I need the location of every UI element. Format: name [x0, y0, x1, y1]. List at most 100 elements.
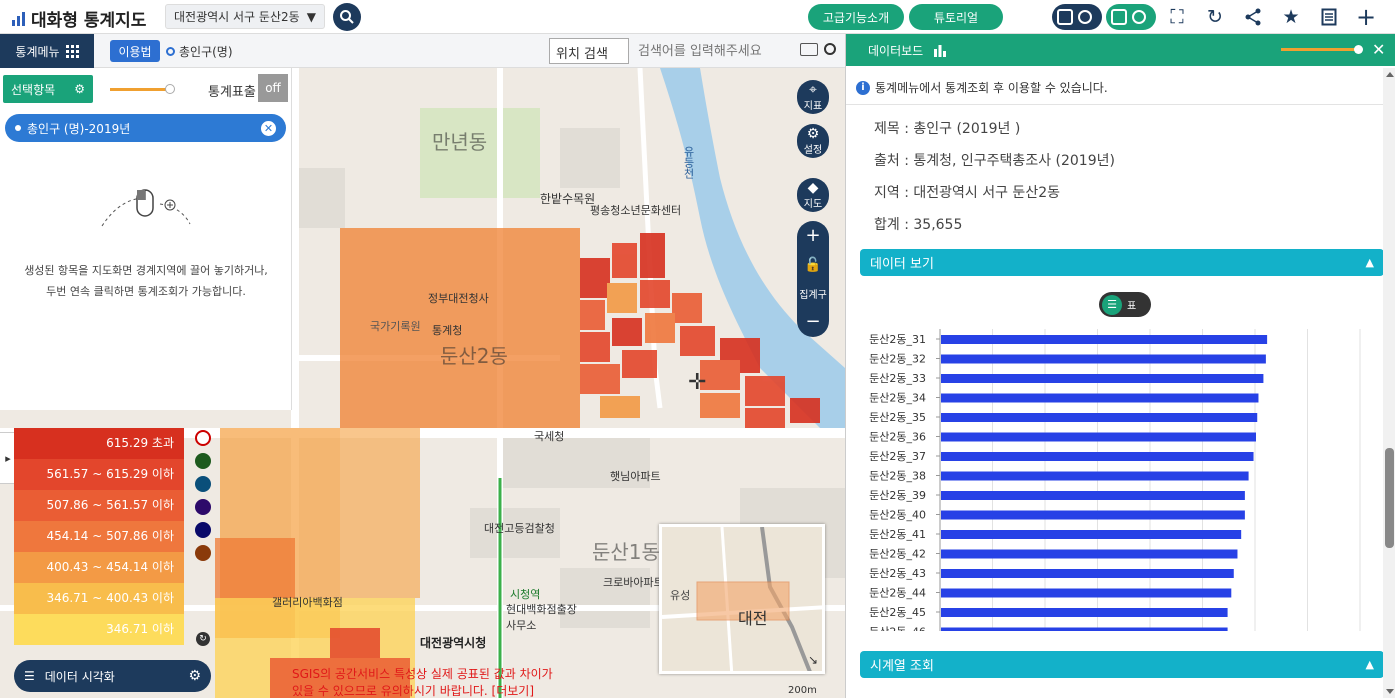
palette-swatch[interactable]	[195, 499, 211, 515]
slider-handle[interactable]	[1354, 45, 1363, 54]
chart-table-toggle[interactable]: ☰ 표	[1099, 292, 1151, 317]
radio-icon	[1078, 10, 1092, 24]
usage-guide-button[interactable]: 이용법	[110, 40, 160, 62]
3d-view-toggle[interactable]	[1106, 4, 1156, 30]
data-view-section[interactable]: 데이터 보기 ▲	[860, 249, 1384, 276]
chart-bar	[941, 393, 1259, 403]
control-bar: 통계메뉴 이용법 총인구(명) 위치 검색 ⌄	[0, 34, 845, 77]
map-label-galleria: 갤러리아백화점	[272, 596, 343, 609]
chart-category-label: 둔산2동_46	[869, 626, 926, 632]
legend-row: 454.14 ~ 507.86 이하	[14, 521, 184, 552]
chart-bar	[941, 354, 1266, 364]
keyboard-icon[interactable]	[800, 43, 818, 56]
map-search-input[interactable]	[632, 38, 822, 64]
chart-category-label: 둔산2동_38	[869, 470, 926, 483]
palette-swatch[interactable]	[195, 522, 211, 538]
selected-item-chip[interactable]: 총인구 (명)-2019년 ✕	[5, 114, 286, 142]
map-label-gov-complex: 정부대전청사	[428, 292, 489, 305]
aggregate-label: 집계구	[799, 289, 827, 301]
chart-view-icon: ☰	[1102, 294, 1122, 315]
legend-palette-picker	[195, 430, 211, 561]
crosshair-icon: ✛	[688, 370, 707, 395]
area-field: 지역 : 대전광역시 서구 둔산2동	[874, 185, 1060, 201]
table-view-label: 표	[1127, 301, 1137, 312]
logo[interactable]: 대화형 통계지도	[12, 6, 146, 31]
stat-display-toggle[interactable]: off	[258, 74, 288, 102]
data-board-scrollbar[interactable]	[1383, 68, 1395, 698]
timeseries-section[interactable]: 시계열 조회 ▲	[860, 651, 1384, 678]
palette-swatch[interactable]	[195, 545, 211, 561]
scroll-down-icon[interactable]	[1386, 689, 1394, 694]
zoom-out-button[interactable]: −	[805, 312, 820, 331]
tutorial-button[interactable]: 튜토리얼	[909, 4, 1003, 30]
close-icon[interactable]: ✕	[261, 120, 276, 136]
indicator-text: 총인구(명)	[179, 45, 233, 59]
document-icon[interactable]	[1318, 6, 1340, 28]
subject-field: 제목 : 총인구 (2019년 )	[874, 121, 1021, 137]
star-icon[interactable]: ★	[1280, 6, 1302, 28]
chart-bar	[941, 413, 1258, 422]
palette-swatch[interactable]	[195, 476, 211, 492]
chart-bar	[941, 510, 1245, 520]
chart-bar	[941, 588, 1232, 598]
palette-swatch[interactable]	[195, 453, 211, 469]
map-marker-icon: ⌖	[809, 81, 817, 98]
chart-category-label: 둔산2동_45	[869, 606, 926, 619]
selected-palette-icon[interactable]	[195, 430, 211, 446]
divider	[846, 104, 1384, 105]
location-search-select[interactable]: 위치 검색 ⌄	[549, 38, 629, 77]
chart-category-label: 둔산2동_41	[869, 528, 926, 541]
stats-menu-button[interactable]: 통계메뉴	[0, 34, 94, 68]
selection-label: 선택항목	[11, 82, 56, 97]
stat-display-label: 통계표출	[208, 85, 256, 100]
notice-line-2[interactable]: 있을 수 있으므로 유의하시기 바랍니다. [더보기]	[292, 683, 553, 700]
plus-icon[interactable]: +	[1355, 3, 1377, 31]
total-field: 합계 : 35,655	[874, 217, 963, 233]
resize-arrow-icon[interactable]: ↘	[808, 653, 818, 667]
search-icon[interactable]	[824, 43, 836, 55]
settings-button[interactable]: ⚙ 설정	[797, 124, 829, 158]
zoom-in-button[interactable]: +	[805, 227, 820, 245]
map-label-dong: 둔산2동	[440, 344, 508, 368]
chart-bar	[941, 452, 1254, 461]
map-label-stream: 유등천	[682, 146, 695, 179]
minimap[interactable]: 유성 대전 ↘	[659, 524, 825, 674]
legend-settings-icon[interactable]: ↻	[196, 632, 210, 646]
scroll-thumb[interactable]	[1385, 448, 1394, 548]
region-search-button[interactable]	[333, 3, 361, 31]
unlock-icon[interactable]: 🔓	[804, 257, 821, 273]
refresh-icon[interactable]: ↻	[1204, 6, 1226, 28]
selection-items-button[interactable]: 선택항목 ⚙	[3, 75, 93, 103]
chart-category-label: 둔산2동_39	[869, 489, 926, 502]
scroll-up-icon[interactable]	[1386, 72, 1394, 77]
cube-icon	[1111, 9, 1127, 25]
legend-row: 346.71 ~ 400.43 이하	[14, 583, 184, 614]
opacity-slider[interactable]	[110, 84, 175, 94]
data-view-label: 데이터 보기	[870, 257, 934, 272]
info-text: 통계메뉴에서 통계조회 후 이용할 수 있습니다.	[875, 81, 1108, 95]
radio-icon	[166, 47, 175, 56]
hint-line-2: 두번 연속 클릭하면 통계조회가 가능합니다.	[46, 285, 246, 298]
indicator-button-label: 지표	[803, 100, 823, 112]
list-icon: ☰	[24, 669, 35, 683]
legend-row: 400.43 ~ 454.14 이하	[14, 552, 184, 583]
grid-view-toggle[interactable]	[1052, 4, 1102, 30]
map-button[interactable]: ◆ 지도	[797, 178, 829, 212]
board-opacity-slider[interactable]	[1281, 45, 1363, 54]
chart-bar	[941, 569, 1234, 578]
advanced-features-button[interactable]: 고급기능소개	[808, 4, 904, 30]
map-label-dong1: 둔산1동	[592, 540, 660, 564]
location-select-value: 위치 검색	[556, 47, 608, 62]
close-icon[interactable]: ✕	[1372, 40, 1385, 59]
slider-handle[interactable]	[165, 84, 175, 94]
fullscreen-icon[interactable]: ⛶	[1166, 6, 1188, 28]
korea-map-icon: ◆	[807, 179, 819, 196]
region-select[interactable]: 대전광역시 서구 둔산2동 ▼	[165, 4, 325, 29]
data-visualization-bar[interactable]: ☰ 데이터 시각화 ⚙	[14, 660, 211, 692]
gear-icon[interactable]: ⚙	[188, 668, 201, 684]
indicator-button[interactable]: ⌖ 지표	[797, 80, 829, 114]
selected-item-label: 총인구 (명)-2019년	[27, 121, 131, 136]
share-icon[interactable]	[1242, 6, 1264, 28]
chart-category-label: 둔산2동_36	[869, 431, 926, 444]
map-scale: 200m	[788, 685, 817, 696]
